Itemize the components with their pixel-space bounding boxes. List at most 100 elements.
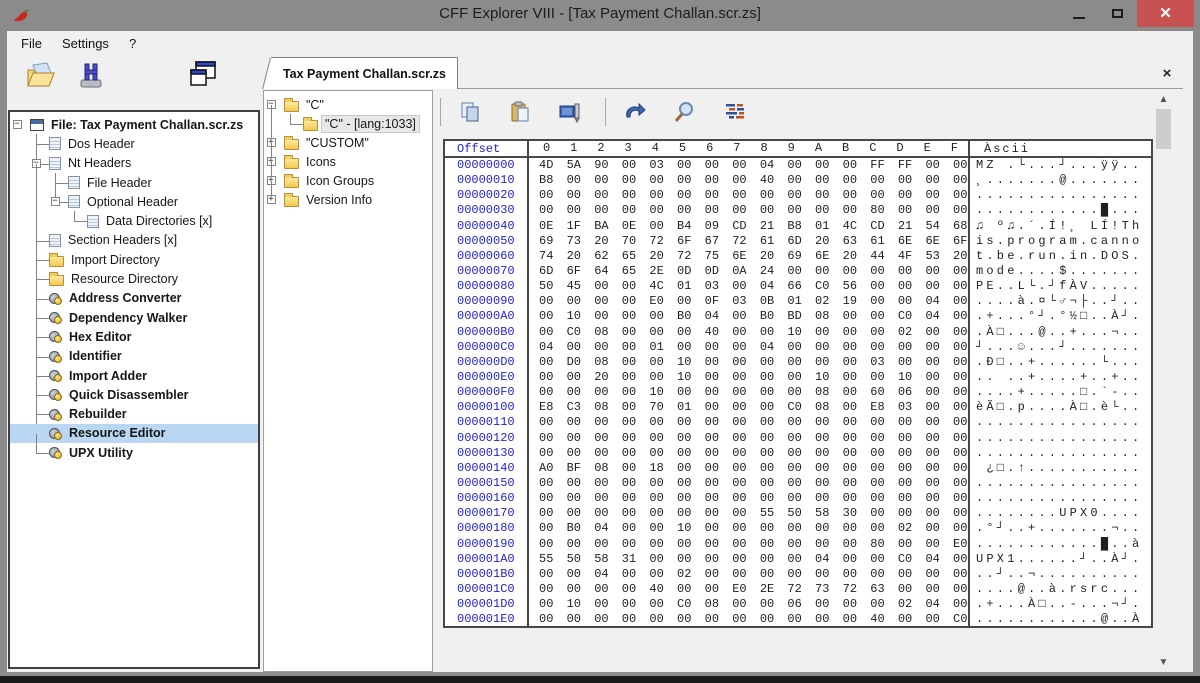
tree-item-data-directories-x[interactable]: Data Directories [x] xyxy=(87,211,258,230)
tree-item-quick-disassembler[interactable]: Quick Disassembler xyxy=(49,385,258,404)
menu-help[interactable]: ? xyxy=(119,33,146,54)
bytes-cell[interactable]: 00 00 00 00 00 00 00 00 00 00 00 00 00 0… xyxy=(529,431,970,446)
bytes-cell[interactable]: 00 10 00 00 00 B0 04 00 B0 BD 08 00 00 C… xyxy=(529,309,970,324)
scroll-thumb[interactable] xyxy=(1156,109,1171,149)
tree-item-dos-header[interactable]: Dos Header xyxy=(49,134,258,153)
ascii-cell[interactable]: ....à.¤└♂¬├..┘.. xyxy=(970,294,1151,309)
tree-item-import-adder[interactable]: Import Adder xyxy=(49,366,258,385)
bytes-cell[interactable]: 00 10 00 00 00 C0 08 00 00 06 00 00 00 0… xyxy=(529,597,970,612)
expander-minus-icon[interactable]: − xyxy=(267,100,276,109)
bytes-cell[interactable]: 74 20 62 65 20 72 75 6E 20 69 6E 20 44 4… xyxy=(529,249,970,264)
bytes-cell[interactable]: 69 73 20 70 72 6F 67 72 61 6D 20 63 61 6… xyxy=(529,234,970,249)
bytes-cell[interactable]: 00 00 20 00 00 10 00 00 00 00 10 00 00 1… xyxy=(529,370,970,385)
expander-minus-icon[interactable]: − xyxy=(51,197,60,206)
ascii-cell[interactable]: ♫ º♫.´.Í!¸ LÍ!Th xyxy=(970,219,1151,234)
bytes-cell[interactable]: 00 00 00 00 00 00 00 00 00 00 00 00 00 0… xyxy=(529,415,970,430)
bytes-cell[interactable]: 00 00 04 00 00 02 00 00 00 00 00 00 00 0… xyxy=(529,567,970,582)
ascii-cell[interactable]: ................ xyxy=(970,446,1151,461)
goto-offset-button[interactable] xyxy=(722,99,748,125)
windows-cascade-button[interactable] xyxy=(185,57,221,91)
tree-item-file-header[interactable]: File Header xyxy=(68,173,258,192)
tree-item-resource-directory[interactable]: Resource Directory xyxy=(49,269,258,288)
tree-item-rebuilder[interactable]: Rebuilder xyxy=(49,404,258,423)
bytes-cell[interactable]: 4D 5A 90 00 03 00 00 00 04 00 00 00 FF F… xyxy=(529,158,970,173)
ascii-cell[interactable]: ................ xyxy=(970,476,1151,491)
paste-button[interactable] xyxy=(507,99,533,125)
bytes-cell[interactable]: A0 BF 08 00 18 00 00 00 00 00 00 00 00 0… xyxy=(529,461,970,476)
ascii-cell[interactable]: ............█..à xyxy=(970,537,1151,552)
tree-item-c-lang-1033[interactable]: "C" - [lang:1033] xyxy=(303,114,432,133)
tree-item-custom[interactable]: +"CUSTOM" xyxy=(284,133,432,152)
tree-item-nt-headers[interactable]: −Nt Headers xyxy=(49,154,258,173)
menu-file[interactable]: File xyxy=(11,33,52,54)
ascii-cell[interactable]: ........UPX0.... xyxy=(970,506,1151,521)
undo-button[interactable] xyxy=(622,99,648,125)
ascii-cell[interactable]: ....+.....□.`-.. xyxy=(970,385,1151,400)
ascii-cell[interactable]: PE..L└.┘fÀV..... xyxy=(970,279,1151,294)
ascii-cell[interactable]: ....@..à.rsrc... xyxy=(970,582,1151,597)
tree-item-hex-editor[interactable]: Hex Editor xyxy=(49,327,258,346)
tree-item-section-headers-x[interactable]: Section Headers [x] xyxy=(49,231,258,250)
ascii-cell[interactable]: ┘...☺...┘....... xyxy=(970,340,1151,355)
fill-button[interactable] xyxy=(557,99,583,125)
tab-close-button[interactable]: × xyxy=(1158,64,1176,82)
expander-plus-icon[interactable]: + xyxy=(267,195,276,204)
ascii-cell[interactable]: ................ xyxy=(970,415,1151,430)
ascii-cell[interactable]: MZ .└...┘...ÿÿ.. xyxy=(970,158,1151,173)
bytes-cell[interactable]: 0E 1F BA 0E 00 B4 09 CD 21 B8 01 4C CD 2… xyxy=(529,219,970,234)
bytes-cell[interactable]: 00 00 00 00 00 00 00 00 55 50 58 30 00 0… xyxy=(529,506,970,521)
ascii-cell[interactable]: ............@..À xyxy=(970,612,1151,627)
ascii-cell[interactable]: is.program.canno xyxy=(970,234,1151,249)
ascii-cell[interactable]: ............█... xyxy=(970,203,1151,218)
ascii-cell[interactable]: ................ xyxy=(970,431,1151,446)
bytes-cell[interactable]: 00 00 00 00 10 00 00 00 00 00 08 00 60 0… xyxy=(529,385,970,400)
tree-item-icon-groups[interactable]: +Icon Groups xyxy=(284,171,432,190)
ascii-cell[interactable]: ................ xyxy=(970,188,1151,203)
ascii-cell[interactable]: ¸.......@....... xyxy=(970,173,1151,188)
tree-item-import-directory[interactable]: Import Directory xyxy=(49,250,258,269)
ascii-cell[interactable]: ................ xyxy=(970,491,1151,506)
tree-item-identifier[interactable]: Identifier xyxy=(49,347,258,366)
bytes-cell[interactable]: E8 C3 08 00 70 01 00 00 00 C0 08 00 E8 0… xyxy=(529,400,970,415)
bytes-cell[interactable]: B8 00 00 00 00 00 00 00 40 00 00 00 00 0… xyxy=(529,173,970,188)
tree-item-address-converter[interactable]: Address Converter xyxy=(49,289,258,308)
ascii-cell[interactable]: ..┘..¬.......... xyxy=(970,567,1151,582)
tree-item-upx-utility[interactable]: UPX Utility xyxy=(49,443,258,462)
tree-item-icons[interactable]: +Icons xyxy=(284,152,432,171)
bytes-cell[interactable]: 6D 6F 64 65 2E 0D 0D 0A 24 00 00 00 00 0… xyxy=(529,264,970,279)
bytes-cell[interactable]: 00 B0 04 00 00 10 00 00 00 00 00 00 00 0… xyxy=(529,521,970,536)
bytes-cell[interactable]: 00 00 00 00 00 00 00 00 00 00 00 00 00 0… xyxy=(529,491,970,506)
bytes-cell[interactable]: 55 50 58 31 00 00 00 00 00 00 04 00 00 C… xyxy=(529,552,970,567)
bytes-cell[interactable]: 00 00 00 00 00 00 00 00 00 00 00 00 40 0… xyxy=(529,612,970,627)
bytes-cell[interactable]: 00 00 00 00 00 00 00 00 00 00 00 00 00 0… xyxy=(529,188,970,203)
bytes-cell[interactable]: 00 00 00 00 00 00 00 00 00 00 00 00 00 0… xyxy=(529,476,970,491)
ascii-cell[interactable]: t.be.run.in.DOS. xyxy=(970,249,1151,264)
expander-minus-icon[interactable]: − xyxy=(32,159,41,168)
tree-item-version-info[interactable]: +Version Info xyxy=(284,190,432,209)
bytes-cell[interactable]: 00 C0 08 00 00 00 40 00 00 10 00 00 00 0… xyxy=(529,325,970,340)
expander-plus-icon[interactable]: + xyxy=(267,157,276,166)
document-tab[interactable]: Tax Payment Challan.scr.zs xyxy=(271,57,458,89)
tree-item-c[interactable]: −"C" xyxy=(284,95,432,114)
ascii-cell[interactable]: .Ð□..+......└... xyxy=(970,355,1151,370)
bytes-cell[interactable]: 50 45 00 00 4C 01 03 00 04 66 C0 56 00 0… xyxy=(529,279,970,294)
bytes-cell[interactable]: 00 00 00 00 00 00 00 00 00 00 00 00 80 0… xyxy=(529,203,970,218)
save-file-button[interactable] xyxy=(73,59,109,93)
scroll-down-arrow[interactable]: ▼ xyxy=(1155,655,1172,671)
bytes-cell[interactable]: 00 00 00 00 00 00 00 00 00 00 00 00 80 0… xyxy=(529,537,970,552)
open-file-button[interactable] xyxy=(23,58,59,92)
bytes-cell[interactable]: 00 00 00 00 40 00 00 E0 2E 72 73 72 63 0… xyxy=(529,582,970,597)
ascii-cell[interactable]: UPX1......┘..À┘. xyxy=(970,552,1151,567)
tree-item-optional-header[interactable]: −Optional Header xyxy=(68,192,258,211)
ascii-cell[interactable]: ¿□.↑........... xyxy=(970,461,1151,476)
menu-settings[interactable]: Settings xyxy=(52,33,119,54)
copy-button[interactable] xyxy=(457,99,483,125)
expander-minus-icon[interactable]: − xyxy=(13,120,22,129)
scroll-up-arrow[interactable]: ▲ xyxy=(1155,92,1172,108)
ascii-cell[interactable]: .+...À□..-...¬┘. xyxy=(970,597,1151,612)
bytes-cell[interactable]: 00 D0 08 00 00 10 00 00 00 00 00 00 03 0… xyxy=(529,355,970,370)
bytes-cell[interactable]: 04 00 00 00 01 00 00 00 04 00 00 00 00 0… xyxy=(529,340,970,355)
tree-item-resource-editor[interactable]: Resource Editor xyxy=(49,424,258,443)
tree-item-dependency-walker[interactable]: Dependency Walker xyxy=(49,308,258,327)
maximize-button[interactable] xyxy=(1100,0,1134,27)
